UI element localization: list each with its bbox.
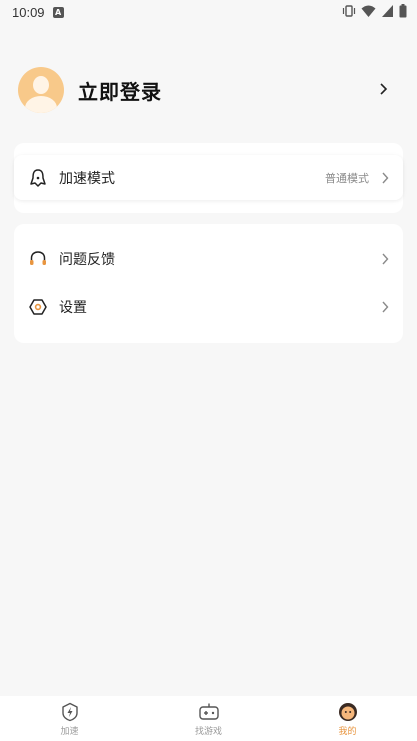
menu-item-label: 问题反馈 <box>59 252 115 268</box>
lightning-shield-icon <box>61 702 78 722</box>
menu-item-value: 普通模式 <box>325 172 369 185</box>
settings-card: 问题反馈 设置 <box>14 224 403 343</box>
status-bar: 10:09 A <box>0 0 417 24</box>
headset-icon <box>30 251 46 265</box>
menu-item-acceleration-mode[interactable]: 加速模式 普通模式 <box>14 160 403 196</box>
battery-icon <box>399 4 407 18</box>
menu-item-settings[interactable]: 设置 <box>14 289 403 325</box>
tab-label: 我的 <box>338 727 357 737</box>
avatar[interactable] <box>18 67 64 113</box>
vibrate-icon <box>342 5 356 17</box>
login-label[interactable]: 立即登录 <box>78 76 162 105</box>
chevron-right-icon <box>382 253 389 265</box>
menu-item-feedback[interactable]: 问题反馈 <box>14 241 403 277</box>
profile-face-icon <box>338 703 357 721</box>
tab-label: 加速 <box>60 727 79 737</box>
wifi-icon <box>361 5 376 17</box>
tab-find-games[interactable]: 找游戏 <box>139 696 278 741</box>
chevron-right-icon <box>382 301 389 313</box>
login-header[interactable]: 立即登录 <box>18 67 398 113</box>
tab-accelerate[interactable]: 加速 <box>0 696 139 741</box>
hexagon-gear-icon <box>29 299 47 315</box>
status-time: 10:09 <box>12 4 45 20</box>
gamepad-icon <box>198 703 219 720</box>
bottom-tab-bar: 加速 找游戏 我的 <box>0 696 417 741</box>
ghost-icon <box>30 169 46 187</box>
menu-item-label: 加速模式 <box>59 171 115 187</box>
chevron-right-icon <box>382 172 389 184</box>
acceleration-card: 加速模式 普通模式 <box>14 143 403 213</box>
tab-label: 找游戏 <box>194 727 222 737</box>
notification-icon: A <box>52 6 64 18</box>
status-indicators <box>342 4 407 18</box>
signal-icon <box>382 5 393 17</box>
menu-item-label: 设置 <box>59 300 87 316</box>
tab-mine[interactable]: 我的 <box>278 696 417 741</box>
chevron-right-icon[interactable] <box>378 82 388 96</box>
